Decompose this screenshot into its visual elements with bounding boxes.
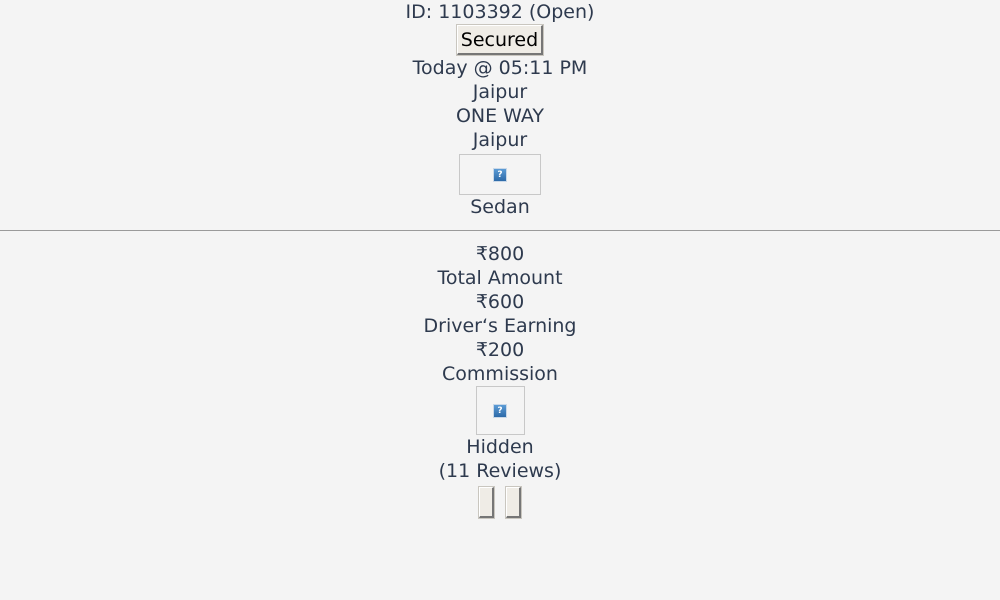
action-buttons: [0, 486, 1000, 519]
broken-image-icon: ?: [493, 403, 507, 418]
broken-image-icon: ?: [493, 167, 507, 182]
driver-earning-label: Driver‘s Earning: [423, 315, 577, 337]
review-count: (11 Reviews): [438, 460, 562, 482]
car-image: ?: [459, 154, 541, 195]
divider: [0, 230, 1000, 231]
driver-section: ? Hidden (11 Reviews): [0, 386, 1000, 519]
action-button-2[interactable]: [505, 486, 522, 519]
pickup-city: Jaipur: [472, 81, 528, 103]
trip-id: ID: 1103392 (Open): [405, 1, 595, 23]
trip-datetime: Today @ 05:11 PM: [412, 57, 588, 79]
driver-name: Hidden: [466, 436, 534, 458]
fare-section: ₹800 Total Amount ₹600 Driver‘s Earning …: [0, 242, 1000, 386]
secured-button[interactable]: Secured: [455, 24, 545, 56]
trip-card: ID: 1103392 (Open) Secured Today @ 05:11…: [0, 0, 1000, 219]
action-button-1[interactable]: [478, 486, 495, 519]
car-type: Sedan: [470, 196, 530, 218]
status-button-wrap: Secured: [0, 24, 1000, 56]
driver-earning-value: ₹600: [475, 291, 525, 313]
drop-city: Jaipur: [472, 129, 528, 151]
commission-value: ₹200: [475, 339, 525, 361]
total-amount-value: ₹800: [475, 243, 525, 265]
trip-type: ONE WAY: [455, 105, 545, 127]
total-amount-label: Total Amount: [437, 267, 563, 289]
avatar: ?: [475, 386, 525, 435]
commission-label: Commission: [442, 363, 558, 385]
